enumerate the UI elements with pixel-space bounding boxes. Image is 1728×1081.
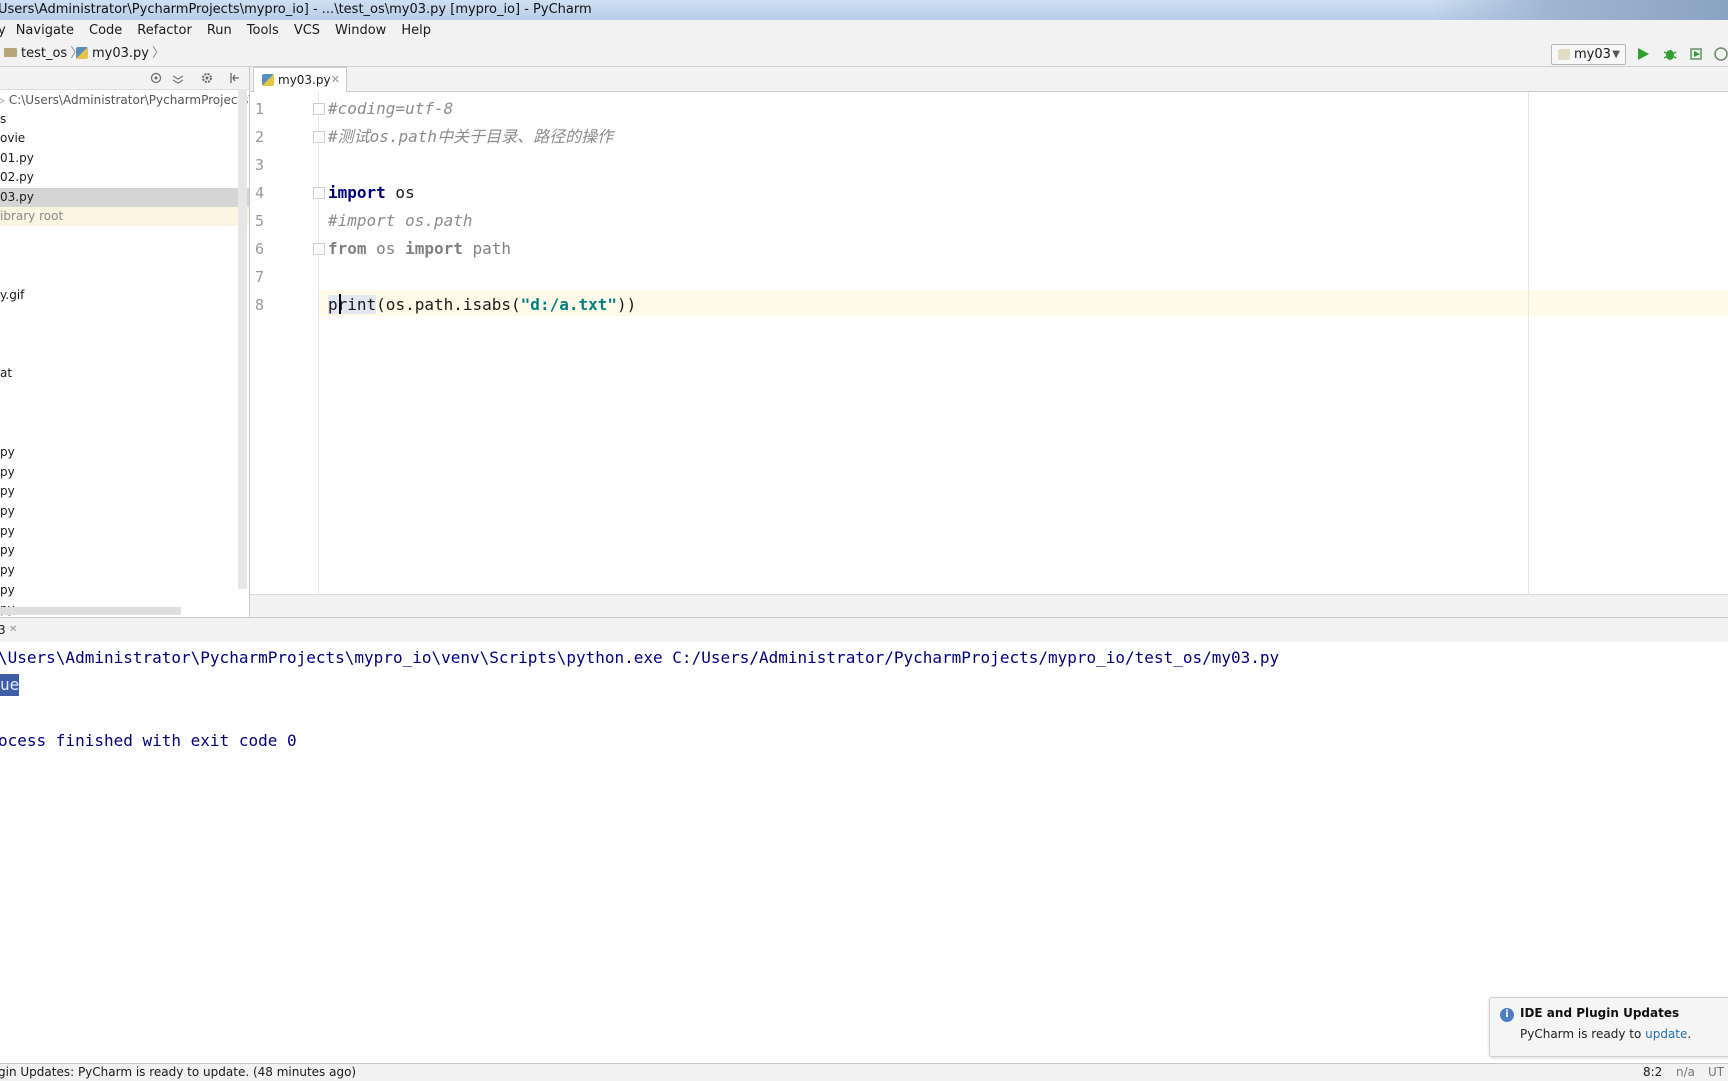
menu-help[interactable]: Help bbox=[401, 20, 431, 42]
console-output-selected: ue bbox=[0, 674, 20, 696]
tree-item[interactable]: py bbox=[0, 482, 249, 501]
fold-marker[interactable] bbox=[313, 103, 325, 115]
hide-panel-icon[interactable] bbox=[229, 72, 241, 84]
line-number: 6 bbox=[255, 240, 265, 258]
locate-icon[interactable] bbox=[150, 72, 162, 84]
line-number: 8 bbox=[255, 296, 265, 314]
status-message[interactable]: gin Updates: PyCharm is ready to update.… bbox=[0, 1064, 356, 1081]
close-icon[interactable]: ✕ bbox=[323, 68, 340, 92]
chevron-down-icon: ▼ bbox=[1612, 49, 1620, 60]
tree-item-library-root[interactable]: ibrary root bbox=[0, 207, 249, 226]
right-margin-guide bbox=[1528, 92, 1529, 594]
console-exit-message: ocess finished with exit code 0 bbox=[0, 731, 297, 750]
tree-item[interactable]: ovie bbox=[0, 129, 249, 148]
caret-position[interactable]: 8:2 bbox=[1643, 1064, 1662, 1081]
fold-marker[interactable] bbox=[313, 187, 325, 199]
tree-item[interactable]: 02.py bbox=[0, 168, 249, 187]
text-caret bbox=[339, 294, 341, 314]
tree-item[interactable] bbox=[0, 384, 249, 403]
menu-run[interactable]: Run bbox=[207, 20, 232, 42]
tree-item[interactable]: py bbox=[0, 522, 249, 541]
tree-item-selected[interactable]: 03.py bbox=[0, 188, 249, 207]
folder-icon bbox=[4, 48, 17, 57]
collapse-all-icon[interactable] bbox=[172, 72, 184, 84]
notification-body: PyCharm is ready to update. bbox=[1520, 1027, 1692, 1041]
close-icon[interactable]: ✕ bbox=[9, 618, 17, 642]
code-line-1: #coding=utf-8 bbox=[328, 99, 454, 118]
debug-icon[interactable] bbox=[1663, 47, 1677, 61]
gear-icon[interactable] bbox=[201, 72, 213, 84]
line-number: 7 bbox=[255, 268, 265, 286]
line-number: 3 bbox=[255, 156, 265, 174]
update-notification[interactable]: i IDE and Plugin Updates PyCharm is read… bbox=[1489, 997, 1728, 1057]
tree-item[interactable]: py bbox=[0, 561, 249, 580]
code-line-4: import os bbox=[328, 183, 415, 202]
line-number: 4 bbox=[255, 184, 265, 202]
code-line-8: print(os.path.isabs("d:/a.txt")) bbox=[328, 295, 637, 314]
tree-item[interactable]: py bbox=[0, 581, 249, 600]
tree-item[interactable]: py bbox=[0, 443, 249, 462]
window-controls[interactable] bbox=[1428, 0, 1728, 20]
code-line-6: from os import path bbox=[328, 239, 512, 258]
python-file-icon bbox=[76, 46, 88, 59]
menu-view[interactable]: y bbox=[0, 20, 6, 42]
run-config-select[interactable]: my03 ▼ bbox=[1551, 44, 1626, 65]
chevron-right-icon: 〉 bbox=[151, 46, 165, 61]
coverage-icon[interactable] bbox=[1689, 47, 1703, 61]
menu-tools[interactable]: Tools bbox=[247, 20, 279, 42]
tree-item[interactable]: py bbox=[0, 502, 249, 521]
fold-marker[interactable] bbox=[313, 131, 325, 143]
breadcrumb-file[interactable]: my03.py 〉 bbox=[76, 42, 168, 66]
menu-bar: y Navigate Code Refactor Run Tools VCS Window He… bbox=[0, 20, 1728, 42]
python-config-icon bbox=[1558, 49, 1570, 60]
python-file-icon bbox=[262, 73, 274, 86]
tree-item[interactable]: y.gif bbox=[0, 286, 249, 305]
console-command-line: \Users\Administrator\PycharmProjects\myp… bbox=[0, 648, 1280, 667]
status-bar: gin Updates: PyCharm is ready to update.… bbox=[0, 1063, 1728, 1081]
tree-item[interactable]: py bbox=[0, 541, 249, 560]
line-number: 5 bbox=[255, 212, 265, 230]
navigation-bar: test_os〉 my03.py〉 my03 ▼ bbox=[0, 42, 1728, 67]
run-console[interactable] bbox=[0, 642, 1728, 1062]
menu-navigate[interactable]: Navigate bbox=[16, 20, 74, 42]
window-title: Users\Administrator\PycharmProjects\mypr… bbox=[0, 2, 592, 17]
fold-marker[interactable] bbox=[313, 243, 325, 255]
tree-item[interactable]: at bbox=[0, 364, 249, 383]
title-bar: Users\Administrator\PycharmProjects\mypr… bbox=[0, 0, 1728, 20]
breadcrumb-folder-label: test_os bbox=[21, 46, 68, 61]
project-panel-toolbar bbox=[0, 67, 249, 90]
sidebar-scrollbar[interactable] bbox=[238, 89, 247, 589]
file-encoding[interactable]: UT bbox=[1708, 1064, 1724, 1081]
tree-item[interactable]: py bbox=[0, 463, 249, 482]
code-line-5: #import os.path bbox=[328, 211, 473, 230]
info-icon: i bbox=[1500, 1008, 1514, 1022]
project-panel: ▹ C:\Users\Administrator\PycharmProjects… bbox=[0, 67, 250, 617]
tree-item[interactable]: 01.py bbox=[0, 149, 249, 168]
line-number: 1 bbox=[255, 100, 265, 118]
tree-item[interactable]: s bbox=[0, 110, 249, 129]
editor-horizontal-scrollbar[interactable] bbox=[250, 594, 1728, 617]
menu-code[interactable]: Code bbox=[89, 20, 122, 42]
sidebar-horizontal-scrollbar[interactable] bbox=[0, 607, 181, 615]
tab-my03-py[interactable]: my03.py ✕ bbox=[253, 67, 347, 92]
menu-vcs[interactable]: VCS bbox=[294, 20, 320, 42]
tree-root-path[interactable]: ▹ C:\Users\Administrator\PycharmProjects… bbox=[0, 91, 249, 110]
code-line-2: #测试os.path中关于目录、路径的操作 bbox=[328, 127, 614, 146]
run-tab-label[interactable]: 3 bbox=[0, 618, 6, 642]
breadcrumb-folder[interactable]: test_os〉 bbox=[4, 42, 86, 66]
line-number: 2 bbox=[255, 128, 265, 146]
update-link[interactable]: update bbox=[1645, 1027, 1687, 1041]
menu-refactor[interactable]: Refactor bbox=[137, 20, 192, 42]
notification-title: IDE and Plugin Updates bbox=[1520, 1006, 1680, 1020]
editor-tab-bar bbox=[250, 67, 1728, 92]
run-panel-header: 3 ✕ bbox=[0, 617, 1728, 643]
code-editor[interactable] bbox=[319, 92, 1728, 594]
line-separator[interactable]: n/a bbox=[1676, 1064, 1695, 1081]
menu-window[interactable]: Window bbox=[335, 20, 386, 42]
breadcrumb-file-label: my03.py bbox=[92, 46, 149, 61]
run-icon[interactable] bbox=[1636, 47, 1650, 61]
profile-icon[interactable] bbox=[1714, 47, 1728, 61]
